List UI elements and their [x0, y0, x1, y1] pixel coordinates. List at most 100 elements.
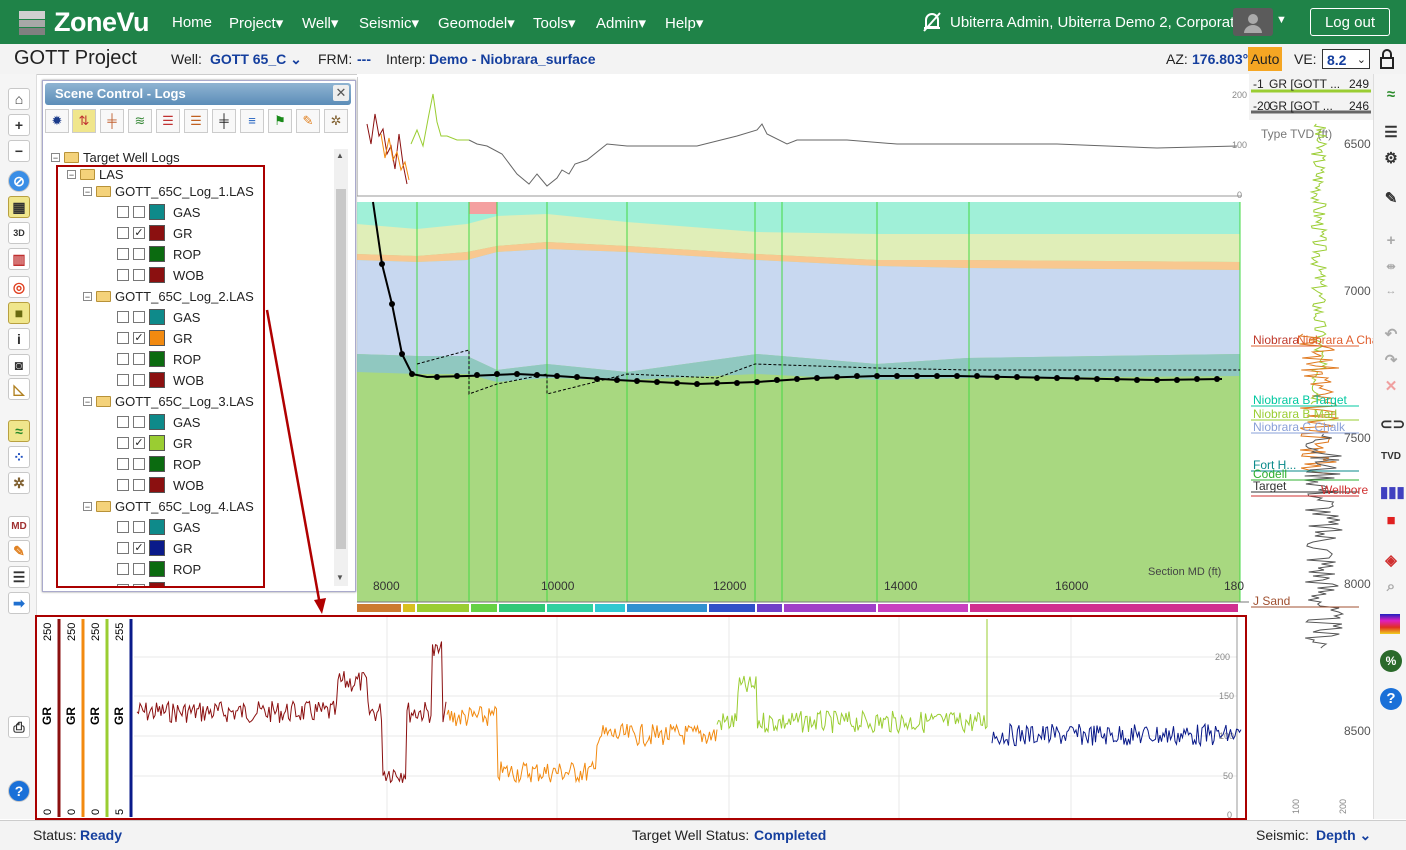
section-view[interactable]: 200 100 0 8000 10000 12000 14000 16000 1… — [357, 74, 1249, 614]
search-icon[interactable]: ⌕ — [1380, 576, 1402, 598]
print-icon[interactable]: ⎙ — [8, 716, 30, 738]
lock-icon[interactable] — [1378, 49, 1396, 69]
layers-icon[interactable]: ☰ — [8, 566, 30, 588]
surfaces-icon[interactable]: ≋ — [128, 109, 152, 133]
info-icon[interactable]: i — [8, 328, 30, 350]
zones-icon[interactable]: ≡ — [240, 109, 264, 133]
log-track-view[interactable]: 250 GR 0 250 GR 0 250 GR 0 255 GR 5 200 150 100 50 … — [35, 615, 1247, 820]
3d-view-icon[interactable]: 3D — [8, 222, 30, 244]
fault-icon[interactable]: ✲ — [324, 109, 348, 133]
notifications-off-icon[interactable] — [922, 11, 942, 33]
formation-label: Niobrara C Chalk — [1253, 420, 1346, 434]
export-arrow-icon[interactable]: ➡ — [8, 592, 30, 614]
type-log-panel[interactable]: -1 GR [GOTT ... 249 -20 GR [GOT ... 246 … — [1249, 74, 1373, 819]
split-horizontal-icon[interactable]: ⇹ — [1380, 256, 1402, 278]
nav-home[interactable]: Home — [172, 14, 212, 31]
nav-tools[interactable]: Tools▾ — [533, 14, 576, 32]
formation-label: Niobrara — [1253, 333, 1299, 347]
ve-label: VE: — [1294, 51, 1317, 67]
section-x-tick: 16000 — [1055, 579, 1089, 593]
project-bar: GOTT Project Well: GOTT 65_C ⌄ FRM: --- … — [0, 44, 1406, 75]
color-bars-icon[interactable]: ▮▮▮ — [1380, 482, 1405, 504]
well-select[interactable]: GOTT 65_C ⌄ — [210, 51, 302, 68]
nav-geomodel[interactable]: Geomodel▾ — [438, 14, 515, 32]
interp-value[interactable]: Demo - Niobrara_surface — [429, 51, 596, 67]
frm-label: FRM: — [318, 51, 353, 67]
section-view-icon[interactable]: ≈ — [8, 420, 30, 442]
tops-icon[interactable]: ╪ — [212, 109, 236, 133]
auto-button[interactable]: Auto — [1248, 47, 1282, 71]
settings-gear-icon[interactable]: ✹ — [45, 109, 69, 133]
pencil-icon[interactable]: ✎ — [8, 540, 30, 562]
grid-map-icon[interactable]: ▦ — [8, 196, 30, 218]
user-menu-chevron-icon[interactable]: ▼ — [1276, 14, 1287, 26]
nav-help[interactable]: Help▾ — [665, 14, 703, 32]
color-scale-icon[interactable] — [1380, 614, 1400, 634]
log-y-tick: 150 — [1219, 691, 1234, 701]
settings-gear-icon[interactable]: ⚙ — [1380, 148, 1402, 170]
edit-pencil-icon[interactable]: ✎ — [1380, 188, 1402, 210]
formations-icon[interactable]: ☰ — [156, 109, 180, 133]
zonevu-logo[interactable]: ZoneVu — [16, 4, 150, 40]
redo-icon[interactable]: ↷ — [1380, 350, 1402, 372]
app-name: ZoneVu — [54, 6, 150, 37]
section-x-tick: 8000 — [373, 579, 400, 593]
stretch-icon[interactable]: ↔ — [1380, 280, 1402, 302]
scatter-icon[interactable]: ⁘ — [8, 446, 30, 468]
compass-icon[interactable]: ⊘ — [8, 170, 30, 192]
section-x-tick: 180 — [1224, 579, 1244, 593]
ruler-icon[interactable]: ◺ — [8, 378, 30, 400]
zoom-out-icon[interactable]: − — [8, 140, 30, 162]
nav-well[interactable]: Well▾ — [302, 14, 338, 32]
well-paths-icon[interactable]: ╪ — [100, 109, 124, 133]
zoom-in-icon[interactable]: + — [8, 114, 30, 136]
section-layers-icon[interactable]: ≈ — [1380, 84, 1402, 106]
formation-label: Niobrara A Chalk — [1297, 333, 1373, 347]
avatar-icon — [1244, 14, 1262, 33]
nav-project[interactable]: Project▾ — [229, 14, 283, 32]
well-label: Well: — [171, 51, 202, 67]
annotate-pencil-icon[interactable]: ✎ — [296, 109, 320, 133]
cube-colors-icon[interactable]: ◈ — [1380, 550, 1402, 572]
camera-icon[interactable]: ◙ — [8, 354, 30, 376]
frm-value[interactable]: --- — [357, 51, 371, 67]
type-log-legend-name: GR [GOT ... — [1269, 99, 1333, 113]
close-icon[interactable]: ✕ — [333, 85, 349, 101]
highlight-box — [56, 165, 265, 588]
top-navbar: ZoneVu Home Project▾ Well▾ Seismic▾ Geom… — [0, 0, 1406, 44]
delete-icon[interactable]: ✕ — [1380, 376, 1402, 398]
wells-toggle-icon[interactable]: ⇅ — [72, 109, 96, 133]
scene-control-title: Scene Control - Logs — [45, 83, 351, 105]
nav-admin[interactable]: Admin▾ — [596, 14, 646, 32]
section-x-tick: 12000 — [713, 579, 747, 593]
md-toggle-icon[interactable]: MD — [8, 516, 30, 538]
cube-icon[interactable]: ■ — [8, 302, 30, 324]
user-avatar[interactable] — [1233, 8, 1273, 36]
nav-seismic[interactable]: Seismic▾ — [359, 14, 419, 32]
help-icon[interactable]: ? — [8, 780, 30, 802]
red-square-icon[interactable]: ■ — [1380, 510, 1402, 532]
depth-tick: 8500 — [1344, 724, 1371, 738]
ve-select[interactable]: 8.2 ⌄ — [1322, 49, 1370, 69]
list-icon[interactable]: ☰ — [1380, 122, 1402, 144]
formation-label: J Sand — [1253, 594, 1290, 608]
geosteering-icon[interactable]: ☰ — [184, 109, 208, 133]
measure-icon[interactable]: ◎ — [8, 276, 30, 298]
seismic-mode-select[interactable]: Depth ⌄ — [1316, 827, 1371, 844]
formation-label: Niobrara B Marl — [1253, 407, 1337, 421]
tvd-toggle-icon[interactable]: TVD — [1380, 446, 1402, 468]
help-icon[interactable]: ? — [1380, 688, 1402, 710]
undo-icon[interactable]: ↶ — [1380, 324, 1402, 346]
stratigraphy-icon[interactable]: ▥ — [8, 248, 30, 270]
logout-button[interactable]: Log out — [1310, 8, 1390, 36]
top-track-tick: 200 — [1232, 90, 1247, 100]
pan-icon[interactable]: + — [1380, 230, 1402, 252]
left-toolbar: ⌂ + − ⊘ ▦ 3D ▥ ◎ ■ i ◙ ◺ ≈ ⁘ ✲ MD ✎ ☰ ➡ … — [0, 74, 37, 819]
flag-icon[interactable]: ⚑ — [268, 109, 292, 133]
az-label: AZ: — [1166, 51, 1188, 67]
link-icon[interactable]: ⊂⊃ — [1380, 414, 1405, 436]
home-view-icon[interactable]: ⌂ — [8, 88, 30, 110]
target-status-value: Completed — [754, 827, 827, 843]
faults-icon[interactable]: ✲ — [8, 472, 30, 494]
percent-icon[interactable]: % — [1380, 650, 1402, 672]
